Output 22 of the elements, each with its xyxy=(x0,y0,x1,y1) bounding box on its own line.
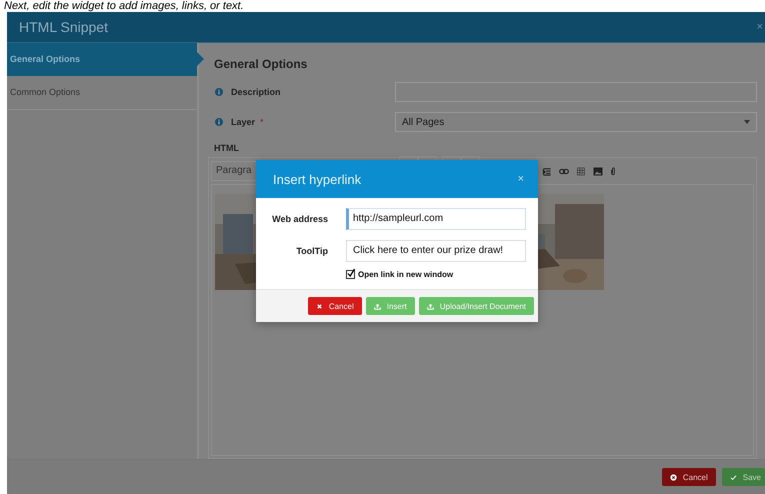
insert-button[interactable]: Insert xyxy=(366,297,415,315)
sidebar-item[interactable]: Common Options xyxy=(7,76,197,110)
save-button[interactable]: Save xyxy=(722,468,765,486)
section-title: General Options xyxy=(214,57,308,73)
cancel-button[interactable]: Cancel xyxy=(662,468,716,486)
close-button[interactable]: × xyxy=(756,21,765,33)
checkbox-label: Open link in new window xyxy=(358,270,454,279)
close-button[interactable]: × xyxy=(518,173,524,185)
field-label: Web address xyxy=(271,214,328,224)
cancel-button[interactable]: Cancel xyxy=(308,297,362,315)
caption-text: Next, edit the widget to add images, links, or text. xyxy=(3,0,245,12)
field-label: Layer xyxy=(231,117,256,127)
input-field[interactable]: http://sampleurl.com xyxy=(346,208,526,230)
sidebar-item[interactable]: General Options xyxy=(7,43,204,76)
upload-button[interactable]: Upload/Insert Document xyxy=(418,297,534,315)
field-label: Description xyxy=(231,87,281,97)
field-label: HTML xyxy=(214,143,240,155)
required-mark: * xyxy=(260,117,264,127)
layer-select[interactable]: All Pages xyxy=(395,112,757,132)
input-field[interactable]: Click here to enter our prize draw! xyxy=(346,240,526,262)
field-label: ToolTip xyxy=(295,246,328,256)
window-title: HTML Snippet xyxy=(18,19,108,35)
